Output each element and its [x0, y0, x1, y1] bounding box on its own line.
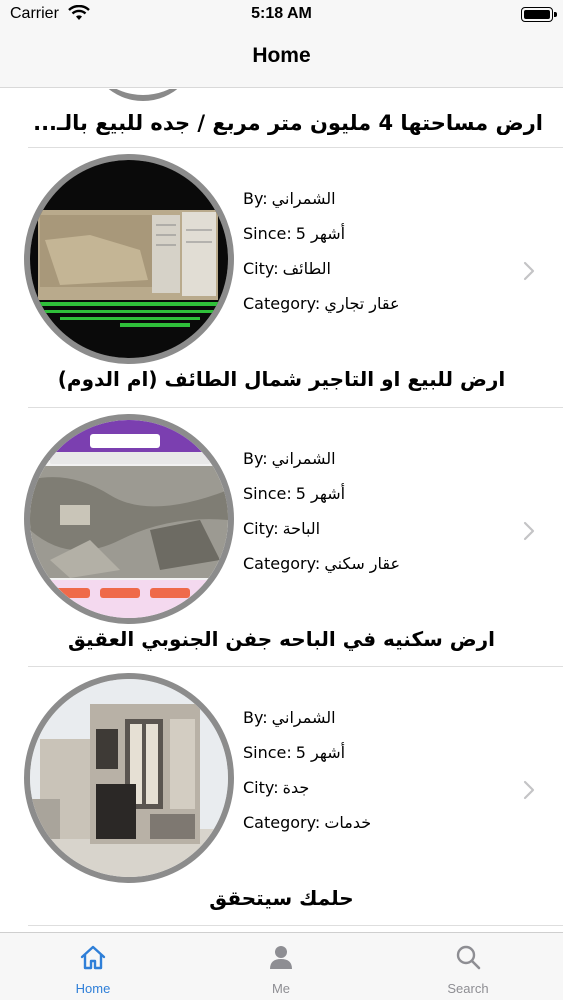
city-value: الطائف: [282, 259, 331, 278]
clock-label: 5:18 AM: [251, 5, 312, 22]
listing-title: ارض للبيع او التاجير شمال الطائف (ام الد…: [57, 367, 506, 391]
listing-info: By: الشمراني Since: 5 أشهر City: جدة Catego…: [243, 708, 523, 848]
separator: [28, 407, 563, 408]
listing-info: By: الشمراني Since: 5 أشهر City: الطائف Cat…: [243, 189, 523, 329]
tab-me[interactable]: Me: [221, 933, 341, 1000]
tab-search-label: Search: [447, 981, 489, 996]
since-label: Since:: [243, 224, 292, 243]
category-row: Category: عقار تجاري: [243, 294, 523, 329]
since-value: 5 أشهر: [295, 743, 346, 762]
city-label: City:: [243, 778, 279, 797]
category-row: Category: عقار سكني: [243, 554, 523, 589]
category-value: خدمات: [324, 813, 372, 832]
listing-info: By: الشمراني Since: 5 أشهر City: الباحة Cat…: [243, 449, 523, 589]
listings-list[interactable]: ارض مساحتها 4 مليون متر مربع / جده للبيع…: [0, 89, 563, 932]
page-title: Home: [252, 44, 311, 67]
tab-me-label: Me: [271, 981, 291, 996]
category-label: Category:: [243, 813, 321, 832]
home-icon: [80, 945, 106, 970]
tab-search[interactable]: Search: [408, 933, 528, 1000]
status-bar: Carrier 5:18 AM: [0, 0, 563, 30]
category-value: عقار سكني: [324, 554, 401, 573]
listing-cell[interactable]: By: الشمراني Since: 5 أشهر City: جدة Catego…: [0, 668, 563, 927]
author-row: By: الشمراني: [243, 708, 523, 743]
category-value: عقار تجاري: [324, 294, 400, 313]
city-label: City:: [243, 259, 279, 278]
villa-building-thumbnail: [24, 673, 234, 883]
author-label: By:: [243, 708, 268, 727]
author-row: By: الشمراني: [243, 449, 523, 484]
navigation-bar: Home: [0, 30, 563, 88]
category-label: Category:: [243, 554, 321, 573]
chevron-right-icon: [523, 780, 535, 800]
author-label: By:: [243, 189, 268, 208]
category-label: Category:: [243, 294, 321, 313]
since-row: Since: 5 أشهر: [243, 224, 523, 259]
separator: [28, 666, 563, 667]
since-value: 5 أشهر: [295, 484, 346, 503]
search-icon: [456, 945, 481, 970]
author-value: الشمراني: [271, 189, 336, 208]
chevron-right-icon: [523, 261, 535, 281]
city-label: City:: [243, 519, 279, 538]
author-value: الشمراني: [271, 449, 336, 468]
battery-icon: [521, 7, 557, 22]
author-value: الشمراني: [271, 708, 336, 727]
land-document-thumbnail: [24, 154, 234, 364]
author-label: By:: [243, 449, 268, 468]
since-value: 5 أشهر: [295, 224, 346, 243]
previous-thumbnail-edge: [88, 89, 198, 101]
person-icon: [270, 946, 292, 969]
tab-bar: Home Me Search: [0, 932, 563, 1000]
since-label: Since:: [243, 484, 292, 503]
city-row: City: الباحة: [243, 519, 523, 554]
tab-home[interactable]: Home: [33, 933, 153, 1000]
tab-home-label: Home: [75, 981, 111, 996]
since-row: Since: 5 أشهر: [243, 743, 523, 778]
listing-cell[interactable]: By: الشمراني Since: 5 أشهر City: الطائف Cat…: [0, 149, 563, 408]
city-value: جدة: [282, 778, 310, 797]
author-row: By: الشمراني: [243, 189, 523, 224]
separator: [28, 925, 563, 926]
since-label: Since:: [243, 743, 292, 762]
separator: [28, 147, 563, 148]
category-row: Category: خدمات: [243, 813, 523, 848]
chevron-right-icon: [523, 521, 535, 541]
city-row: City: الطائف: [243, 259, 523, 294]
listing-cell[interactable]: By: الشمراني Since: 5 أشهر City: الباحة Cat…: [0, 409, 563, 668]
listing-title: ارض سكنيه في الباحه جفن الجنوبي العقيق: [68, 627, 495, 651]
listing-title: حلمك سيتحقق: [209, 886, 354, 910]
satellite-map-thumbnail: [24, 414, 234, 624]
city-value: الباحة: [282, 519, 321, 538]
since-row: Since: 5 أشهر: [243, 484, 523, 519]
city-row: City: جدة: [243, 778, 523, 813]
previous-listing-title[interactable]: ارض مساحتها 4 مليون متر مربع / جده للبيع…: [20, 111, 543, 135]
